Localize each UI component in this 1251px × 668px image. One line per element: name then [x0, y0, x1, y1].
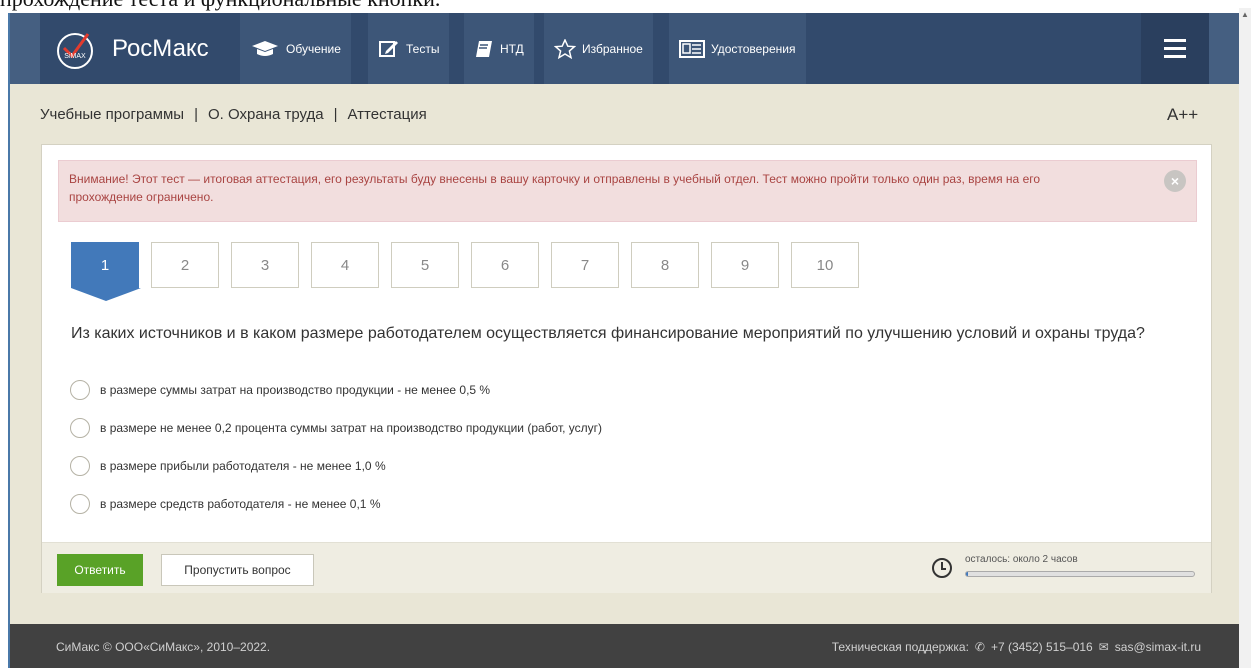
question-number-9[interactable]: 9	[711, 242, 779, 288]
app-frame: SiMAX РосМакс Обучение Тесты НТД Избранн…	[8, 13, 1239, 668]
svg-text:SiMAX: SiMAX	[64, 53, 86, 60]
answer-option-label: в размере не менее 0,2 процента суммы за…	[100, 421, 603, 435]
hamburger-icon	[1164, 39, 1186, 42]
nav-item-favorites[interactable]: Избранное	[544, 13, 653, 84]
nav-item-label: Избранное	[582, 41, 643, 56]
question-number-3[interactable]: 3	[231, 242, 299, 288]
answer-option-label: в размере средств работодателя - не мене…	[100, 497, 381, 511]
breadcrumb-item[interactable]: Учебные программы	[40, 106, 184, 123]
question-number-6[interactable]: 6	[471, 242, 539, 288]
support-label: Техническая поддержка:	[831, 640, 969, 654]
support-email[interactable]: sas@simax-it.ru	[1115, 640, 1201, 654]
question-number-4[interactable]: 4	[311, 242, 379, 288]
breadcrumb-separator: |	[194, 106, 198, 123]
radio-button[interactable]	[70, 418, 90, 438]
simax-logo-icon: SiMAX	[52, 26, 98, 72]
copyright: СиМакс © ООО«СиМакс», 2010–2022.	[56, 640, 271, 654]
answer-option-label: в размере прибыли работодателя - не мене…	[100, 459, 386, 473]
star-icon	[554, 38, 576, 59]
graduation-cap-icon	[252, 40, 278, 56]
support-info: Техническая поддержка: ✆ +7 (3452) 515–0…	[832, 640, 1201, 654]
time-progress-bar	[965, 571, 1195, 577]
scrollbar[interactable]	[1239, 8, 1251, 668]
top-navbar: SiMAX РосМакс Обучение Тесты НТД Избранн…	[10, 13, 1239, 84]
answer-option[interactable]: в размере прибыли работодателя - не мене…	[70, 455, 386, 477]
answer-option[interactable]: в размере не менее 0,2 процента суммы за…	[70, 417, 602, 439]
nav-item-ntd[interactable]: НТД	[464, 13, 534, 84]
question-number-5[interactable]: 5	[391, 242, 459, 288]
radio-button[interactable]	[70, 494, 90, 514]
menu-button[interactable]	[1141, 13, 1209, 84]
question-number-10[interactable]: 10	[791, 242, 859, 288]
answer-option[interactable]: в размере средств работодателя - не мене…	[70, 493, 381, 515]
support-phone[interactable]: +7 (3452) 515–016	[991, 640, 1093, 654]
scroll-up-icon[interactable]: ▲	[1241, 10, 1249, 19]
certificate-icon	[679, 39, 705, 58]
alert-text: Этот тест — итоговая аттестация, его рез…	[69, 172, 1041, 204]
radio-button[interactable]	[70, 456, 90, 476]
nav-item-learning[interactable]: Обучение	[240, 13, 351, 84]
question-navigation: 1 2 3 4 5 6 7 8 9 10	[71, 242, 859, 301]
mail-icon: ✉	[1098, 640, 1109, 654]
edit-icon	[379, 40, 398, 57]
warning-alert: Внимание! Этот тест — итоговая аттестаци…	[58, 160, 1197, 222]
breadcrumb-item: Аттестация	[347, 106, 427, 123]
card-footer: Ответить Пропустить вопрос осталось: око…	[42, 542, 1211, 593]
brand-name: РосМакс	[112, 34, 209, 62]
nav-item-label: Обучение	[286, 41, 341, 56]
book-icon	[476, 40, 492, 57]
question-number-2[interactable]: 2	[151, 242, 219, 288]
nav-item-label: НТД	[500, 41, 524, 56]
question-number-1[interactable]: 1	[71, 242, 141, 301]
clock-icon	[932, 558, 952, 578]
close-icon[interactable]: ×	[1164, 170, 1186, 192]
skip-question-button[interactable]: Пропустить вопрос	[161, 554, 314, 586]
nav-item-tests[interactable]: Тесты	[368, 13, 450, 84]
time-remaining-text: осталось: около 2 часов	[965, 554, 1078, 565]
alert-strong: Внимание!	[69, 172, 129, 186]
time-remaining: осталось: около 2 часов	[932, 553, 1202, 583]
page-heading-cut: прохождение теста и функциональные кнопк…	[0, 0, 440, 11]
answer-button[interactable]: Ответить	[57, 554, 143, 586]
question-number-7[interactable]: 7	[551, 242, 619, 288]
nav-item-label: Удостоверения	[711, 41, 796, 56]
nav-item-certificates[interactable]: Удостоверения	[669, 13, 806, 84]
page-footer: СиМакс © ООО«СиМакс», 2010–2022. Техниче…	[10, 624, 1239, 668]
brand-logo[interactable]: SiMAX РосМакс	[40, 13, 210, 84]
radio-button[interactable]	[70, 380, 90, 400]
time-progress-fill	[966, 572, 969, 576]
answer-option-label: в размере суммы затрат на производство п…	[100, 383, 491, 397]
breadcrumb: Учебные программы | О. Охрана труда | Ат…	[40, 106, 427, 123]
nav-item-label: Тесты	[406, 41, 440, 56]
test-card: Внимание! Этот тест — итоговая аттестаци…	[41, 144, 1212, 593]
answer-option[interactable]: в размере суммы затрат на производство п…	[70, 379, 490, 401]
question-text: Из каких источников и в каком размере ра…	[71, 325, 1145, 342]
breadcrumb-item[interactable]: О. Охрана труда	[208, 106, 324, 123]
phone-icon: ✆	[974, 640, 985, 654]
question-number-8[interactable]: 8	[631, 242, 699, 288]
breadcrumb-separator: |	[333, 106, 338, 123]
font-size-button[interactable]: A++	[1167, 105, 1198, 125]
